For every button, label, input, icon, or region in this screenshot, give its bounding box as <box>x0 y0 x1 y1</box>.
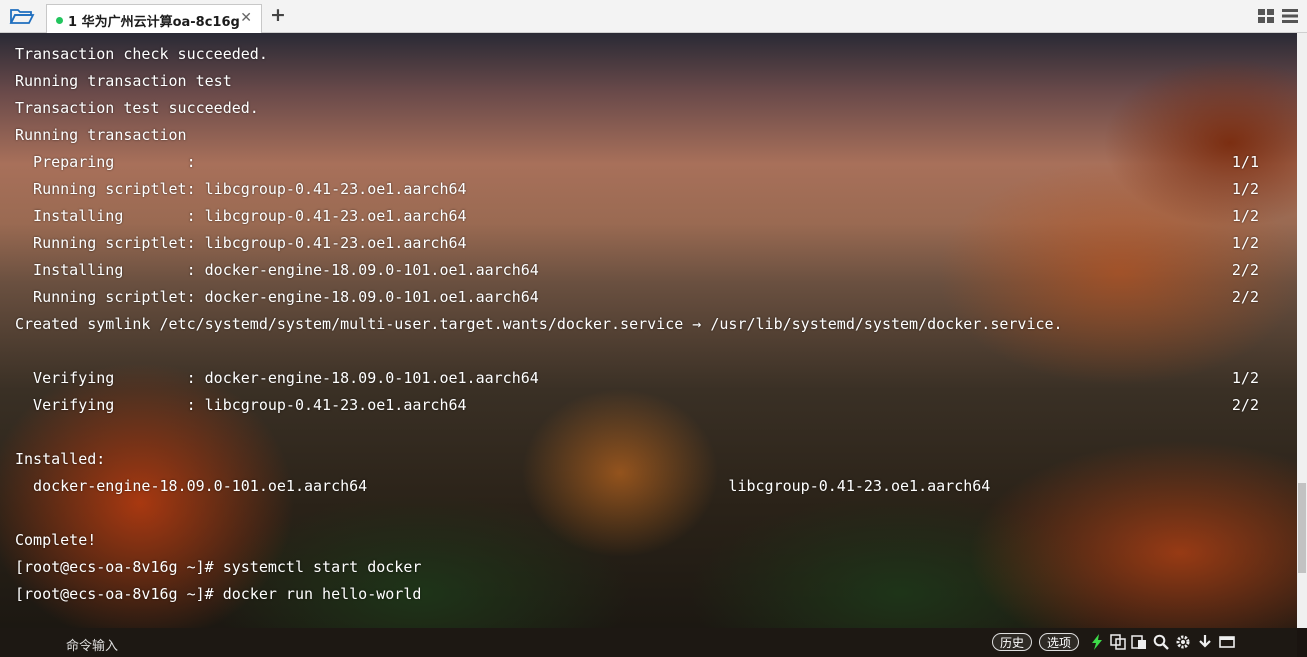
close-icon[interactable]: ✕ <box>240 10 252 26</box>
search-icon[interactable] <box>1153 634 1169 650</box>
connection-status-icon <box>56 17 63 24</box>
grid-layout-icon[interactable] <box>1258 9 1274 23</box>
terminal-line: Running scriptlet: libcgroup-0.41-23.oe1… <box>15 180 467 198</box>
terminal-line: [root@ecs-oa-8v16g ~]# systemctl start d… <box>15 558 422 576</box>
terminal-output[interactable]: Transaction check succeeded. Running tran… <box>0 33 1297 628</box>
terminal-line: Installed: <box>15 450 106 468</box>
progress-count: 1/2 <box>1231 369 1259 387</box>
history-button[interactable]: 历史 <box>992 633 1033 651</box>
terminal-line: Installing : docker-engine-18.09.0-101.o… <box>15 261 539 279</box>
terminal-line: Running transaction test <box>15 72 232 90</box>
command-input-placeholder: 命令输入 <box>66 639 119 654</box>
progress-count: 1/2 <box>1231 180 1259 198</box>
terminal-line: [root@ecs-oa-8v16g ~]# docker run hello-… <box>15 585 422 603</box>
terminal-line: Running transaction <box>15 126 187 144</box>
tab-session[interactable]: 1 华为广州云计算oa-8c16g ✕ <box>46 4 262 33</box>
command-bar: 命令输入 历史 选项 <box>0 628 1297 657</box>
terminal-line: Complete! <box>15 531 97 549</box>
gear-icon[interactable] <box>1175 634 1191 650</box>
tab-bar: 1 华为广州云计算oa-8c16g ✕ + <box>0 0 1307 33</box>
vertical-scrollbar[interactable] <box>1297 33 1307 628</box>
options-button[interactable]: 选项 <box>1039 633 1080 651</box>
download-icon[interactable] <box>1197 634 1213 650</box>
progress-count: 1/1 <box>1231 153 1259 171</box>
new-tab-button[interactable]: + <box>270 4 286 26</box>
progress-count: 2/2 <box>1231 396 1259 414</box>
progress-count: 2/2 <box>1231 288 1259 306</box>
window-icon[interactable] <box>1219 634 1235 650</box>
terminal-line: Transaction check succeeded. <box>15 45 268 63</box>
tab-title: 1 华为广州云计算oa-8c16g <box>68 15 240 30</box>
open-folder-icon[interactable] <box>9 6 35 26</box>
terminal-line: docker-engine-18.09.0-101.oe1.aarch64 li… <box>15 477 991 495</box>
command-input[interactable]: 命令输入 <box>10 628 970 657</box>
terminal-line: Created symlink /etc/systemd/system/mult… <box>15 315 1063 333</box>
menu-icon[interactable] <box>1282 9 1298 23</box>
terminal-line: Verifying : docker-engine-18.09.0-101.oe… <box>15 369 539 387</box>
terminal-line: Running scriptlet: libcgroup-0.41-23.oe1… <box>15 234 467 252</box>
progress-count: 1/2 <box>1231 234 1259 252</box>
terminal-line: Installing : libcgroup-0.41-23.oe1.aarch… <box>15 207 467 225</box>
terminal-line: Transaction test succeeded. <box>15 99 259 117</box>
paste-icon[interactable] <box>1131 634 1147 650</box>
terminal-line: Preparing : <box>15 153 196 171</box>
terminal-line: Running scriptlet: docker-engine-18.09.0… <box>15 288 539 306</box>
scrollbar-thumb[interactable] <box>1298 483 1306 573</box>
progress-count: 2/2 <box>1231 261 1259 279</box>
lightning-icon[interactable] <box>1089 634 1105 650</box>
copy-icon[interactable] <box>1110 634 1126 650</box>
progress-count: 1/2 <box>1231 207 1259 225</box>
terminal-line: Verifying : libcgroup-0.41-23.oe1.aarch6… <box>15 396 467 414</box>
